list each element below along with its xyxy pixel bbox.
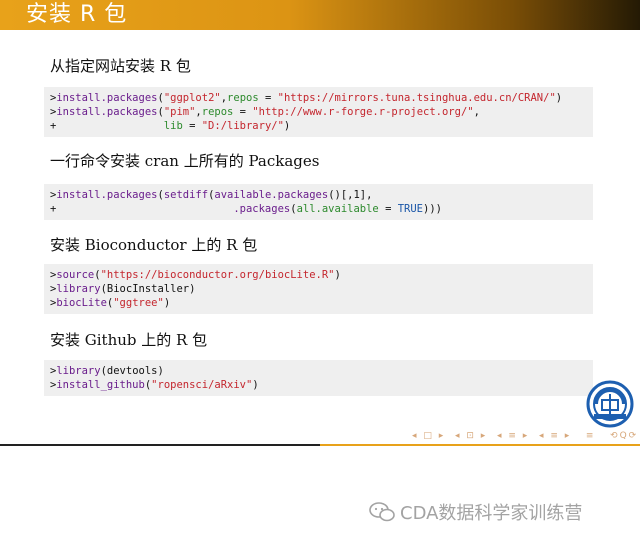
code-token: library (56, 283, 101, 295)
code-line: >biocLite("ggtree") (50, 296, 593, 310)
slide: 安装 R 包 从指定网站安装 R 包 >install.packages("gg… (0, 0, 640, 446)
university-logo-icon (586, 380, 634, 428)
slide-title: 安装 R 包 (0, 0, 640, 30)
code-line: >install.packages(setdiff(available.pack… (50, 188, 593, 202)
section-heading-github: 安装 Github 上的 R 包 (50, 331, 208, 349)
code-line: >library(BiocInstaller) (50, 282, 593, 296)
code-token: "http://www.r-forge.r-project.org/" (252, 106, 474, 118)
code-line: + .packages(all.available = TRUE))) (50, 202, 593, 216)
code-token: "ropensci/aRxiv" (151, 379, 253, 391)
code-token: ))) (423, 203, 442, 215)
watermark-text: CDA数据科学家训练营 (400, 503, 583, 524)
code-token: = (258, 92, 278, 104)
code-block-mirror: >install.packages("ggplot2",repos = "htt… (44, 87, 593, 137)
code-token: TRUE (397, 203, 424, 215)
code-token: "https://mirrors.tuna.tsinghua.edu.cn/CR… (277, 92, 556, 104)
code-token: lib (163, 120, 183, 132)
code-token: = (378, 203, 398, 215)
beamer-navigation[interactable]: ◂ □ ▸ ◂ ⊡ ▸ ◂ ≡ ▸ ◂ ≡ ▸ ≡ ⟲Q⟳ (412, 431, 638, 441)
code-token: "pim" (163, 106, 196, 118)
code-token: ) (334, 269, 341, 281)
code-line: + lib = "D:/library/") (50, 119, 593, 133)
code-token: "ggplot2" (163, 92, 221, 104)
code-block-github: >library(devtools) >install_github("ropen… (44, 360, 593, 396)
code-token: ) (283, 120, 291, 132)
code-block-cran-all: >install.packages(setdiff(available.pack… (44, 184, 593, 220)
wechat-icon (369, 502, 395, 522)
section-heading-bioconductor: 安装 Bioconductor 上的 R 包 (50, 236, 258, 254)
code-line: >install.packages("ggplot2",repos = "htt… (50, 91, 593, 105)
code-token: install.packages (56, 106, 158, 118)
code-token: ) (252, 379, 259, 391)
code-token: ) (555, 92, 563, 104)
code-token: .packages (233, 203, 291, 215)
section-heading-mirror: 从指定网站安装 R 包 (50, 57, 191, 75)
code-token: all.available (296, 203, 379, 215)
code-line: >library(devtools) (50, 364, 593, 378)
code-token: (BiocInstaller) (100, 283, 196, 295)
code-token: biocLite (56, 297, 107, 309)
code-token: + (50, 120, 164, 132)
code-token: ()[,1], (328, 189, 373, 201)
code-token: install.packages (56, 92, 158, 104)
code-token: "ggtree" (113, 297, 164, 309)
wechat-watermark: CDA数据科学家训练营 (368, 499, 582, 525)
code-token: = (233, 106, 253, 118)
code-token: repos (227, 92, 259, 104)
code-token: setdiff (163, 189, 209, 201)
code-token: + (50, 203, 234, 215)
code-token: repos (201, 106, 234, 118)
code-token: = (182, 120, 202, 132)
section-heading-cran-all: 一行命令安装 cran 上所有的 Packages (50, 152, 320, 170)
code-token: ) (163, 297, 171, 309)
code-token: "https://bioconductor.org/biocLite.R" (100, 269, 335, 281)
code-token: install.packages (56, 189, 158, 201)
code-line: >install_github("ropensci/aRxiv") (50, 378, 593, 392)
code-token: source (56, 269, 95, 281)
code-line: >install.packages("pim",repos = "http://… (50, 105, 593, 119)
code-token: available.packages (214, 189, 329, 201)
code-block-bioconductor: >source("https://bioconductor.org/biocLi… (44, 264, 593, 314)
code-token: , (473, 106, 480, 118)
code-token: (devtools) (100, 365, 164, 377)
code-token: library (56, 365, 101, 377)
code-token: "D:/library/" (201, 120, 284, 132)
code-token: install_github (56, 379, 145, 391)
footer-rule (0, 444, 640, 446)
code-line: >source("https://bioconductor.org/biocLi… (50, 268, 593, 282)
